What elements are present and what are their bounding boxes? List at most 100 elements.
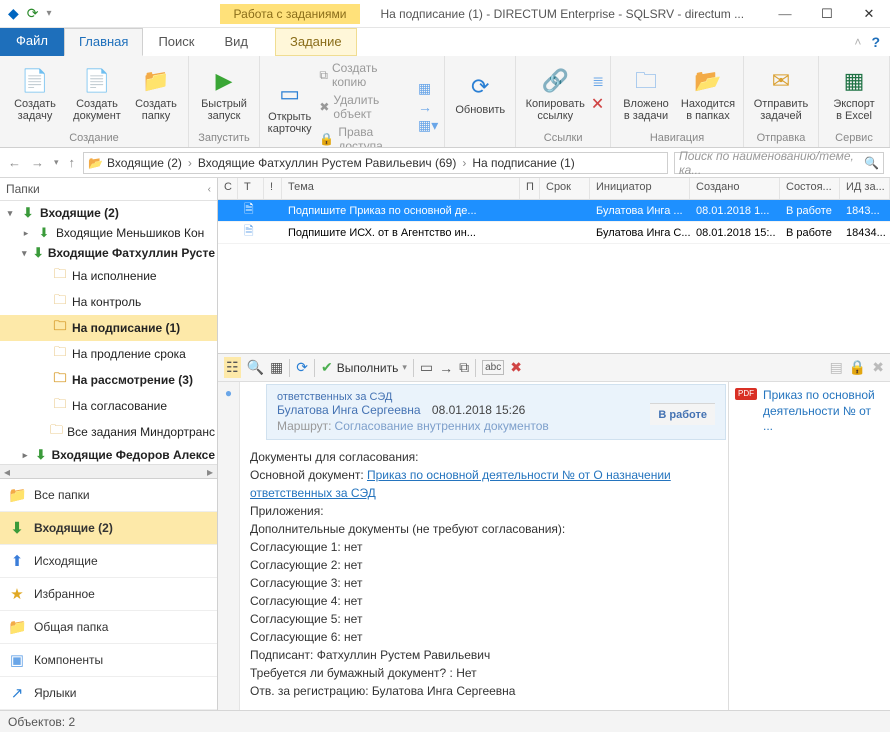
col-due[interactable]: Срок: [540, 178, 590, 199]
pv-grid-icon[interactable]: ▦: [270, 359, 283, 376]
pv-close-icon[interactable]: ✖: [872, 359, 884, 376]
pv-lock-icon[interactable]: 🔒: [849, 359, 866, 376]
tab-view[interactable]: Вид: [209, 28, 263, 56]
create-doc-button[interactable]: 📄Создать документ: [68, 61, 126, 127]
folder-icon: 📂: [88, 156, 103, 170]
preview-gutter: ●: [218, 382, 240, 710]
minimize-button[interactable]: —: [764, 0, 806, 28]
col-init[interactable]: Инициатор: [590, 178, 690, 199]
create-folder-button[interactable]: 📁Создать папку: [130, 61, 182, 127]
col-c[interactable]: С: [218, 178, 238, 199]
pv-del-icon[interactable]: ✖: [510, 359, 522, 376]
nav-shortcuts[interactable]: ↗Ярлыки: [0, 677, 217, 710]
pv-refresh-icon[interactable]: ⟳: [296, 359, 308, 376]
ribbon-collapse-icon[interactable]: ˄: [854, 35, 861, 49]
misc-icon-2[interactable]: →: [418, 99, 438, 115]
folders-header: Папки: [6, 182, 40, 196]
qat-dropdown-icon[interactable]: ▾: [47, 8, 52, 19]
tree-f5[interactable]: 🗀На рассмотрение (3): [0, 367, 217, 393]
grid-row-0[interactable]: 🗎 Подпишите Приказ по основной де... Бул…: [218, 200, 890, 222]
route-link[interactable]: Согласование внутренних документов: [335, 419, 549, 433]
breadcrumb[interactable]: 📂 Входящие (2)› Входящие Фатхуллин Русте…: [83, 152, 668, 174]
preview-toolbar: ☷ 🔍 ▦ ⟳ ✔Выполнить▾ ▭ → ⧉ abc ✖ ▤ 🔒 ✖: [218, 354, 890, 382]
task-header: ответственных за СЭД Булатова Инга Серге…: [266, 384, 726, 440]
refresh-qat-icon[interactable]: ⟳: [27, 5, 39, 22]
tab-task[interactable]: Задание: [275, 28, 357, 56]
link-small-1[interactable]: ≣: [592, 73, 604, 90]
tree-hscroll[interactable]: ◂▸: [0, 464, 217, 478]
pv-panel-icon[interactable]: ▤: [830, 359, 843, 376]
nav-dropdown-icon[interactable]: ▾: [52, 157, 61, 168]
access-rights-button[interactable]: 🔒Права доступа: [317, 124, 410, 148]
help-icon[interactable]: ?: [871, 34, 880, 50]
collapse-tree-icon[interactable]: ‹: [208, 184, 211, 195]
refresh-button[interactable]: ⟳Обновить: [451, 61, 509, 127]
tree-f6[interactable]: 🗀На согласование: [0, 393, 217, 419]
window-title: На подписание (1) - DIRECTUM Enterprise …: [360, 7, 764, 21]
create-task-button[interactable]: 📄Создать задачу: [6, 61, 64, 127]
task-body: Документы для согласования: Основной док…: [240, 446, 728, 710]
col-created[interactable]: Создано: [690, 178, 780, 199]
search-icon[interactable]: 🔍: [864, 156, 879, 170]
tree-user-fedorov[interactable]: ▸⬇Входящие Федоров Алексе: [0, 445, 217, 464]
close-button[interactable]: ✕: [848, 0, 890, 28]
lock-icon: 🔒: [319, 132, 334, 146]
delete-object-button[interactable]: ✖Удалить объект: [317, 92, 410, 122]
task-type-icon: 🗎: [244, 202, 254, 216]
nav-shared[interactable]: 📁Общая папка: [0, 611, 217, 644]
tab-search[interactable]: Поиск: [143, 28, 209, 56]
ribbon: 📄Создать задачу 📄Создать документ 📁Созда…: [0, 56, 890, 148]
task-date: 08.01.2018 15:26: [432, 403, 525, 417]
nav-fav[interactable]: ★Избранное: [0, 578, 217, 611]
tree-f2[interactable]: 🗀На контроль: [0, 289, 217, 315]
nav-fwd-icon[interactable]: →: [29, 155, 46, 170]
link-small-2[interactable]: 🗙: [592, 92, 604, 116]
in-folders-button[interactable]: 📂Находится в папках: [679, 61, 737, 127]
pv-search-icon[interactable]: 🔍: [247, 359, 264, 376]
tree-f3-selected[interactable]: 🗀На подписание (1): [0, 315, 217, 341]
tree-f1[interactable]: 🗀На исполнение: [0, 263, 217, 289]
nav-inbox[interactable]: ⬇Входящие (2): [0, 512, 217, 545]
file-tab[interactable]: Файл: [0, 28, 64, 56]
col-theme[interactable]: Тема: [282, 178, 520, 199]
nav-back-icon[interactable]: ←: [6, 155, 23, 170]
nav-outbox[interactable]: ⬆Исходящие: [0, 545, 217, 578]
quick-run-button[interactable]: ▶Быстрый запуск: [195, 61, 253, 127]
export-excel-button[interactable]: ▦Экспорт в Excel: [825, 61, 883, 127]
contextual-tab-header: Работа с заданиями: [220, 4, 361, 24]
delete-icon: ✖: [319, 100, 329, 114]
nested-tasks-button[interactable]: 🗀Вложено в задачи: [617, 61, 675, 127]
status-bar: Объектов: 2: [0, 710, 890, 732]
tree-user-menshikov[interactable]: ▸⬇Входящие Меньшиков Кон: [0, 223, 217, 243]
misc-icon-3[interactable]: ▦▾: [418, 117, 438, 134]
pv-abc-icon[interactable]: abc: [482, 360, 504, 375]
tree-f4[interactable]: 🗀На продление срока: [0, 341, 217, 367]
open-card-button[interactable]: ▭Открыть карточку: [266, 74, 313, 140]
grid-row-1[interactable]: 🗎 Подпишите ИСХ. от в Агентство ин... Бу…: [218, 222, 890, 244]
col-id[interactable]: ИД за...: [840, 178, 890, 199]
send-task-button[interactable]: ✉Отправить задачей: [750, 61, 812, 127]
copy-link-button[interactable]: 🔗Копировать ссылку: [522, 61, 588, 127]
pv-tree-icon[interactable]: ☷: [224, 357, 241, 378]
maximize-button[interactable]: ☐: [806, 0, 848, 28]
col-p[interactable]: П: [520, 178, 540, 199]
pv-link-icon[interactable]: →: [439, 360, 453, 376]
nav-components[interactable]: ▣Компоненты: [0, 644, 217, 677]
tab-home[interactable]: Главная: [64, 28, 143, 56]
tree-inbox[interactable]: ▾⬇Входящие (2): [0, 203, 217, 223]
col-state[interactable]: Состоя...: [780, 178, 840, 199]
attachments-pane: PDF Приказ по основной деятельности № от…: [728, 382, 890, 710]
pv-card-icon[interactable]: ▭: [420, 359, 433, 376]
tree-f7[interactable]: 🗀Все задания Миндортранс: [0, 419, 217, 445]
attachment-item[interactable]: PDF Приказ по основной деятельности № от…: [735, 388, 884, 435]
search-input[interactable]: Поиск по наименованию/теме, ка... 🔍: [674, 152, 884, 174]
pv-copy-icon[interactable]: ⧉: [459, 359, 469, 376]
nav-all[interactable]: 📁Все папки: [0, 479, 217, 512]
execute-button[interactable]: ✔Выполнить▾: [321, 359, 407, 376]
col-t[interactable]: Т: [238, 178, 264, 199]
tree-user-fatkhullin[interactable]: ▾⬇Входящие Фатхуллин Русте: [0, 243, 217, 263]
create-copy-button[interactable]: ⧉Создать копию: [317, 60, 410, 90]
col-e[interactable]: !: [264, 178, 282, 199]
misc-icon-1[interactable]: ▦: [418, 80, 438, 97]
nav-up-icon[interactable]: ↑: [67, 155, 78, 170]
